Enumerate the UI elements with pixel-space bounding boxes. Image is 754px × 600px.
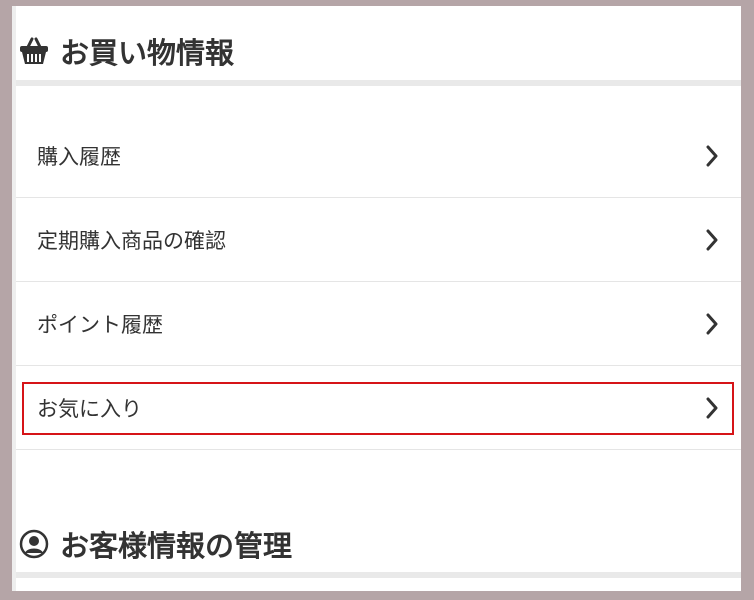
customer-section-divider bbox=[16, 572, 741, 578]
basket-icon bbox=[18, 35, 50, 67]
shopping-section-header: お買い物情報 bbox=[18, 30, 234, 72]
menu-item-label: ポイント履歴 bbox=[37, 312, 163, 337]
menu-item-label: 購入履歴 bbox=[37, 144, 121, 169]
favorites-highlight-box bbox=[22, 382, 734, 435]
menu-item-point-history[interactable]: ポイント履歴 bbox=[16, 282, 741, 366]
menu-item-subscription-check[interactable]: 定期購入商品の確認 bbox=[16, 198, 741, 282]
account-menu-panel: お買い物情報 購入履歴 定期購入商品の確認 ポイント履歴 お気に入り お客様情報… bbox=[12, 6, 741, 591]
chevron-right-icon bbox=[705, 145, 719, 167]
shopping-section-divider bbox=[16, 80, 741, 86]
menu-item-purchase-history[interactable]: 購入履歴 bbox=[16, 114, 741, 198]
shopping-section-title: お買い物情報 bbox=[60, 36, 235, 70]
customer-section-title: お客様情報の管理 bbox=[60, 529, 293, 563]
customer-section-header: お客様情報の管理 bbox=[18, 523, 292, 565]
chevron-right-icon bbox=[705, 313, 719, 335]
chevron-right-icon bbox=[705, 229, 719, 251]
user-circle-icon bbox=[18, 528, 50, 560]
menu-item-label: 定期購入商品の確認 bbox=[37, 228, 226, 253]
